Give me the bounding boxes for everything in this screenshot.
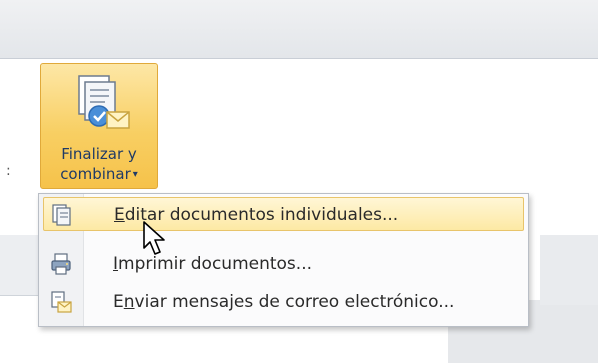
label-prefix: E bbox=[113, 292, 124, 312]
edit-documents-icon bbox=[52, 204, 71, 226]
finalize-merge-dropdown-menu: Editar documentos individuales... Imprim… bbox=[38, 193, 529, 327]
menu-item-send-email-messages[interactable]: Enviar mensajes de correo electrónico... bbox=[43, 285, 524, 319]
finalize-and-merge-button[interactable]: Finalizar y combinar ▾ bbox=[40, 63, 158, 189]
menu-item-label: Enviar mensajes de correo electrónico... bbox=[113, 292, 454, 312]
label-text: viar mensajes de correo electrónico... bbox=[134, 292, 455, 312]
document-area-left bbox=[0, 235, 40, 296]
finalize-label-line1: Finalizar y bbox=[61, 145, 137, 163]
chevron-down-icon: ▾ bbox=[132, 169, 138, 180]
menu-item-print-documents[interactable]: Imprimir documentos... bbox=[43, 247, 524, 281]
finalize-label-text: combinar bbox=[60, 165, 131, 183]
hotkey-letter: E bbox=[114, 205, 125, 225]
document-area-right-upper bbox=[540, 235, 598, 305]
ribbon-tab-strip bbox=[0, 0, 598, 59]
print-documents-icon bbox=[51, 253, 71, 275]
merge-documents-icon bbox=[78, 75, 130, 129]
hotkey-letter: n bbox=[123, 292, 135, 312]
group-separator-mark: : bbox=[6, 163, 11, 179]
mouse-pointer-icon bbox=[143, 221, 165, 255]
email-messages-icon bbox=[51, 291, 72, 313]
finalize-label-line2: combinar ▾ bbox=[41, 164, 157, 185]
finalize-button-label: Finalizar y combinar ▾ bbox=[41, 144, 157, 185]
menu-item-edit-individual-documents[interactable]: Editar documentos individuales... bbox=[43, 197, 524, 231]
